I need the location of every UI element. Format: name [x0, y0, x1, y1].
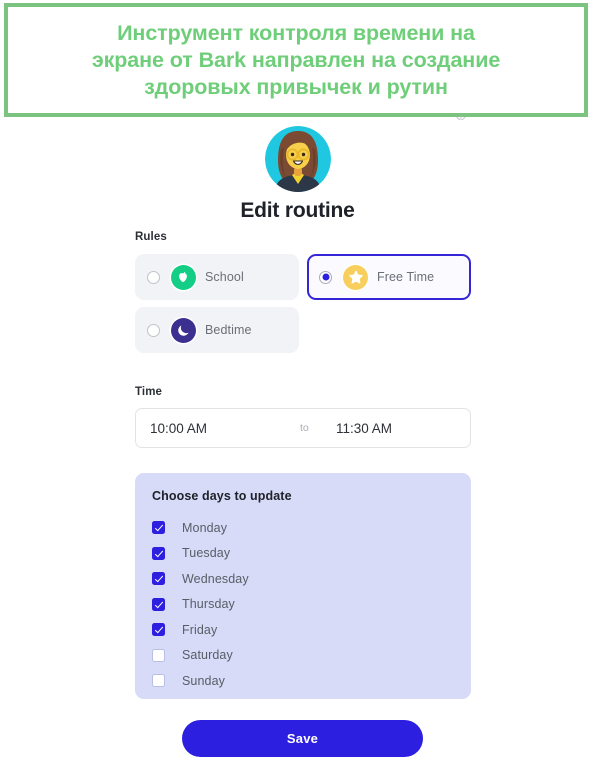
day-row-saturday[interactable]: Saturday [152, 643, 471, 669]
save-button[interactable]: Save [182, 720, 423, 757]
day-row-tuesday[interactable]: Tuesday [152, 541, 471, 567]
day-label-saturday: Saturday [182, 648, 233, 663]
time-separator-label: to [300, 422, 309, 434]
page-title: Edit routine [240, 199, 355, 222]
day-row-sunday[interactable]: Sunday [152, 668, 471, 694]
radio-freetime[interactable] [319, 270, 332, 284]
moon-icon [171, 317, 196, 343]
rule-label-freetime: Free Time [377, 270, 435, 284]
rule-label-bedtime: Bedtime [205, 323, 252, 337]
rule-option-school[interactable]: School [135, 254, 299, 300]
rules-section-label: Rules [135, 231, 167, 243]
radio-school[interactable] [147, 270, 160, 284]
day-label-wednesday: Wednesday [182, 571, 249, 586]
checkbox-wednesday[interactable] [152, 572, 165, 586]
checkbox-monday[interactable] [152, 521, 165, 535]
edit-routine-screen: Edit routine Rules School Free Time Bedt… [0, 120, 595, 768]
checkbox-tuesday[interactable] [152, 546, 165, 560]
day-label-sunday: Sunday [182, 673, 225, 688]
star-icon [343, 264, 368, 290]
day-row-wednesday[interactable]: Wednesday [152, 566, 471, 592]
day-row-friday[interactable]: Friday [152, 617, 471, 643]
promo-banner-text: Инструмент контроля времени на экране от… [91, 20, 501, 99]
time-range-field[interactable]: 10:00 AM to 11:30 AM [135, 408, 471, 448]
apple-icon [171, 264, 196, 290]
choose-days-title: Choose days to update [152, 489, 292, 503]
choose-days-panel: Choose days to update Monday Tuesday Wed… [135, 473, 471, 699]
avatar-image [264, 126, 331, 192]
checkbox-saturday[interactable] [152, 648, 165, 662]
rule-option-bedtime[interactable]: Bedtime [135, 307, 299, 353]
day-label-monday: Monday [182, 520, 228, 535]
rule-option-freetime[interactable]: Free Time [307, 254, 471, 300]
rule-label-school: School [205, 270, 244, 284]
day-label-friday: Friday [182, 622, 218, 637]
radio-bedtime[interactable] [147, 323, 160, 337]
time-section-label: Time [135, 386, 163, 398]
day-label-thursday: Thursday [182, 597, 235, 612]
checkbox-thursday[interactable] [152, 597, 165, 611]
day-label-tuesday: Tuesday [182, 546, 231, 561]
checkbox-sunday[interactable] [152, 674, 165, 688]
promo-banner: Инструмент контроля времени на экране от… [4, 3, 588, 117]
avatar [264, 126, 331, 192]
checkbox-friday[interactable] [152, 623, 165, 637]
time-end-input[interactable]: 11:30 AM [336, 421, 392, 436]
day-row-thursday[interactable]: Thursday [152, 592, 471, 618]
day-row-monday[interactable]: Monday [152, 515, 471, 541]
time-start-input[interactable]: 10:00 AM [150, 421, 300, 436]
